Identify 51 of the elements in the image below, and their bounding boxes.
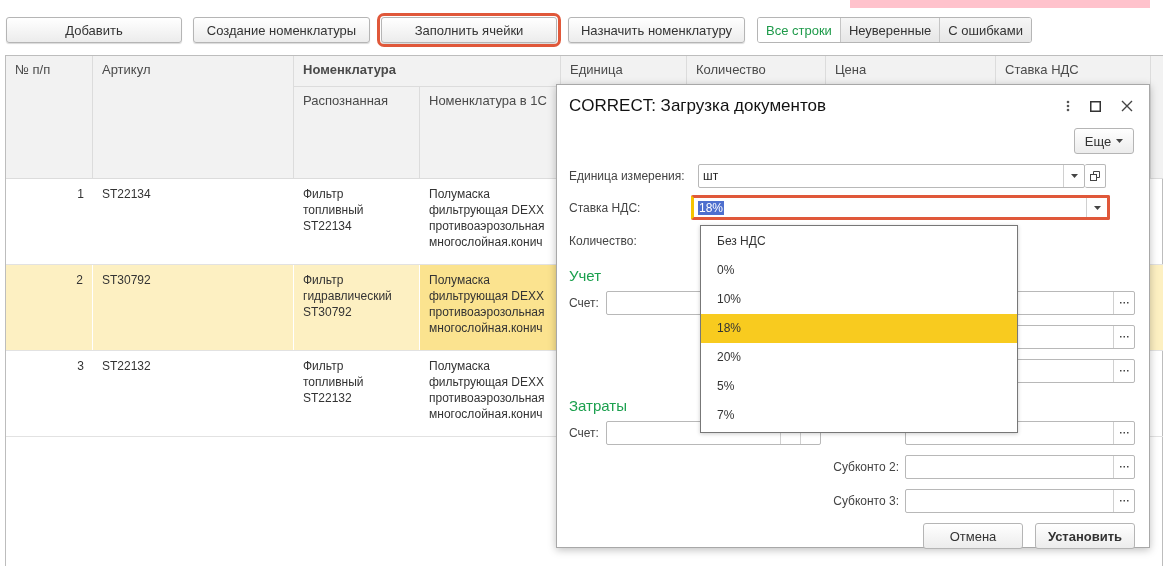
dialog-button[interactable]: Отмена xyxy=(923,523,1023,549)
column-header: Артикул xyxy=(93,56,294,179)
more-button[interactable]: Еще xyxy=(1074,128,1134,154)
caret-icon xyxy=(1070,173,1078,178)
field-label: Субконто 2: xyxy=(833,460,900,474)
table-cell-text: Полумаска фильтрующая DEXX противоаэрозольная многослойная.конич xyxy=(428,358,546,423)
dialog-button[interactable]: Установить xyxy=(1035,523,1135,549)
open-icon xyxy=(1090,170,1100,181)
column-header: Номенклатура xyxy=(294,56,561,87)
table-cell: ST30792 xyxy=(93,265,294,350)
maximize-icon[interactable] xyxy=(1090,100,1101,112)
toolbar-button[interactable]: Добавить xyxy=(6,17,182,43)
field-label: Ставка НДС: xyxy=(569,200,642,215)
field-label: Счет: xyxy=(569,426,599,440)
table-cell-text: ST22132 xyxy=(101,358,152,375)
dropdown-option[interactable]: 20% xyxy=(701,343,1017,372)
filter-tab[interactable]: Неуверенные xyxy=(839,18,940,42)
field-label: Субконто 3: xyxy=(833,494,900,508)
dropdown-option[interactable]: 5% xyxy=(701,372,1017,401)
table-cell-text: Фильтр топливный ST22134 xyxy=(302,186,365,235)
table-cell: 2 xyxy=(6,265,93,350)
more-icon[interactable] xyxy=(1066,100,1070,112)
dropdown-option[interactable]: 10% xyxy=(701,285,1017,314)
table-cell-text: Полумаска фильтрующая DEXX противоаэрозольная многослойная.конич xyxy=(428,186,546,251)
open-button[interactable] xyxy=(1085,163,1106,188)
column-header: Единица xyxy=(561,56,687,86)
section-heading: Учет xyxy=(569,267,602,285)
caret-icon xyxy=(1093,205,1101,210)
vat-rate-field[interactable]: 18% xyxy=(691,195,1110,220)
dropdown-option[interactable]: Без НДС xyxy=(701,227,1017,256)
column-header: № п/п xyxy=(6,56,93,179)
subaccount-field[interactable] xyxy=(905,489,1135,513)
filter-tab[interactable]: С ошибками xyxy=(939,18,1032,42)
table-cell-text: Фильтр топливный ST22132 xyxy=(302,358,365,407)
close-icon[interactable] xyxy=(1121,100,1133,112)
caret-icon xyxy=(1116,139,1124,143)
subaccount-field[interactable] xyxy=(905,455,1135,479)
dropdown-option[interactable]: 0% xyxy=(701,256,1017,285)
table-cell-text: 3 xyxy=(76,358,85,375)
toolbar-button[interactable]: Назначить номенклатуру xyxy=(568,17,745,43)
unit-field[interactable]: шт xyxy=(698,163,1085,188)
field-label: Единица измерения: xyxy=(569,168,686,183)
field-label: Количество: xyxy=(569,233,637,248)
dropdown-option[interactable]: 7% xyxy=(701,401,1017,430)
section-heading: Затраты xyxy=(569,397,627,415)
toolbar-button[interactable]: Создание номенклатуры xyxy=(193,17,370,43)
table-cell-text: ST22134 xyxy=(101,186,152,203)
field-label: Счет: xyxy=(569,296,599,310)
table-cell-text: 1 xyxy=(76,186,85,203)
dropdown-option[interactable]: 18% xyxy=(701,314,1017,343)
column-header: Распознанная xyxy=(294,87,420,179)
